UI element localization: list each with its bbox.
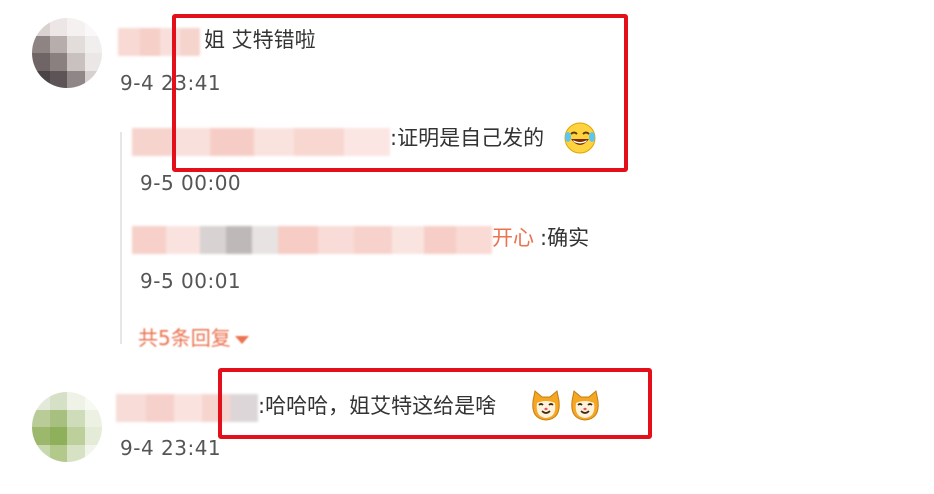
highlight-box xyxy=(172,14,628,172)
redacted-username[interactable] xyxy=(132,226,492,254)
reply-text: :确实 xyxy=(540,226,590,250)
comment-timestamp: 9-4 23:41 xyxy=(120,436,222,460)
more-replies-label: 共5条回复 xyxy=(138,326,231,350)
reply-timestamp: 9-5 00:00 xyxy=(140,171,242,195)
reply-timestamp: 9-5 00:01 xyxy=(140,269,242,293)
chevron-down-icon xyxy=(234,335,249,344)
avatar[interactable] xyxy=(32,18,102,88)
highlight-box xyxy=(218,368,652,439)
avatar[interactable] xyxy=(32,392,102,462)
reply-thread-divider xyxy=(120,132,122,344)
reply-username[interactable]: 开心 xyxy=(492,224,534,252)
more-replies-link[interactable]: 共5条回复 xyxy=(138,325,249,351)
